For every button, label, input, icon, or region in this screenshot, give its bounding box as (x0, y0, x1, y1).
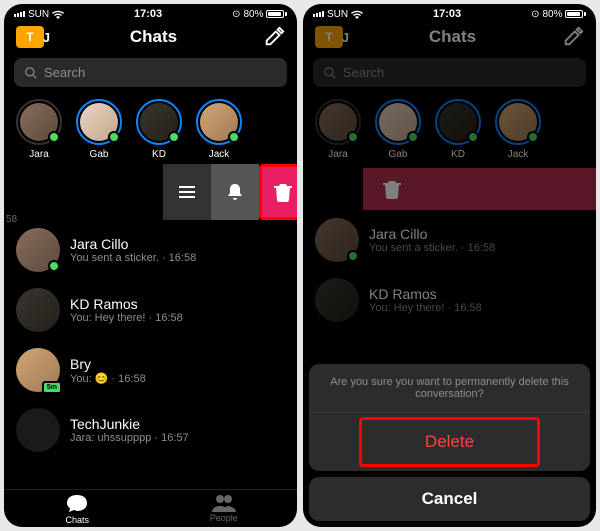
recent-badge: 5m (42, 381, 62, 394)
battery-percent: 80% (243, 9, 263, 20)
people-icon (212, 494, 236, 512)
story-item[interactable]: Gab (76, 99, 122, 160)
compose-icon[interactable] (263, 26, 285, 48)
page-title: Chats (130, 27, 177, 47)
app-logo: T (315, 26, 343, 48)
app-logo[interactable]: T (16, 26, 44, 48)
story-item[interactable]: KD (136, 99, 182, 160)
tab-bar: Chats People (4, 489, 297, 527)
delete-strip (363, 168, 596, 210)
search-icon (24, 66, 38, 80)
clock: 17:03 (134, 8, 162, 20)
chat-icon (66, 494, 88, 514)
carrier-label: SUN (28, 9, 49, 20)
phone-screen-right: SUN 17:03 ⊙ 80% T Chats Search Jara Gab … (303, 4, 596, 527)
chat-preview: You: 😊 · 16:58 (70, 372, 285, 385)
search-input[interactable]: Search (14, 58, 287, 87)
header: T Chats (303, 20, 596, 54)
cancel-button[interactable]: Cancel (309, 477, 590, 521)
trash-icon (274, 182, 292, 202)
mute-button[interactable] (211, 164, 259, 220)
compose-icon (562, 26, 584, 48)
signal-icon (14, 11, 25, 17)
chat-name: Jara Cillo (70, 236, 285, 252)
online-dot (48, 131, 60, 143)
chat-preview: You sent a sticker. · 16:58 (70, 252, 285, 264)
chat-name: Bry (70, 356, 285, 372)
search-icon (323, 66, 337, 80)
chat-list[interactable]: Jara CilloYou sent a sticker. · 16:58 KD… (4, 220, 297, 489)
chat-name: TechJunkie (70, 416, 285, 432)
swipe-actions (163, 164, 297, 220)
phone-screen-left: SUN 17:03 ⊙ 80% T Chats Search Jara Gab … (4, 4, 297, 527)
partial-timestamp: 58 (6, 214, 17, 225)
stories-row[interactable]: Jara Gab KD Jack (4, 91, 297, 168)
trash-icon (383, 179, 401, 199)
tab-people[interactable]: People (151, 494, 298, 525)
confirm-delete-button[interactable]: Delete (359, 417, 540, 467)
alarm-icon: ⊙ (232, 9, 240, 20)
chat-row[interactable]: KD RamosYou: Hey there! · 16:58 (4, 280, 297, 340)
header: T Chats (4, 20, 297, 54)
search-placeholder: Search (44, 65, 85, 80)
online-dot (168, 131, 180, 143)
chat-preview: Jara: uhssupppp · 16:57 (70, 432, 285, 444)
tab-chats[interactable]: Chats (4, 494, 151, 525)
chat-row[interactable]: Jara CilloYou sent a sticker. · 16:58 (4, 220, 297, 280)
online-dot (228, 131, 240, 143)
story-item[interactable]: Jack (196, 99, 242, 160)
story-item[interactable]: Jara (16, 99, 62, 160)
battery-icon (565, 10, 586, 18)
chat-row[interactable]: 5m BryYou: 😊 · 16:58 (4, 340, 297, 400)
more-button[interactable] (163, 164, 211, 220)
status-bar: SUN 17:03 ⊙ 80% (303, 4, 596, 20)
signal-icon (313, 11, 324, 17)
online-dot (108, 131, 120, 143)
chat-name: KD Ramos (70, 296, 285, 312)
wifi-icon (52, 10, 64, 19)
online-dot (48, 260, 60, 272)
delete-button[interactable] (259, 164, 297, 220)
chat-row[interactable]: TechJunkieJara: uhssupppp · 16:57 (4, 400, 297, 460)
chat-preview: You: Hey there! · 16:58 (70, 312, 285, 324)
status-bar: SUN 17:03 ⊙ 80% (4, 4, 297, 20)
action-sheet: Are you sure you want to permanently del… (303, 358, 596, 527)
battery-icon (266, 10, 287, 18)
wifi-icon (351, 10, 363, 19)
stories-row: Jara Gab KD Jack (303, 91, 596, 168)
sheet-message: Are you sure you want to permanently del… (309, 364, 590, 413)
search-input: Search (313, 58, 586, 87)
alarm-icon: ⊙ (531, 9, 539, 20)
